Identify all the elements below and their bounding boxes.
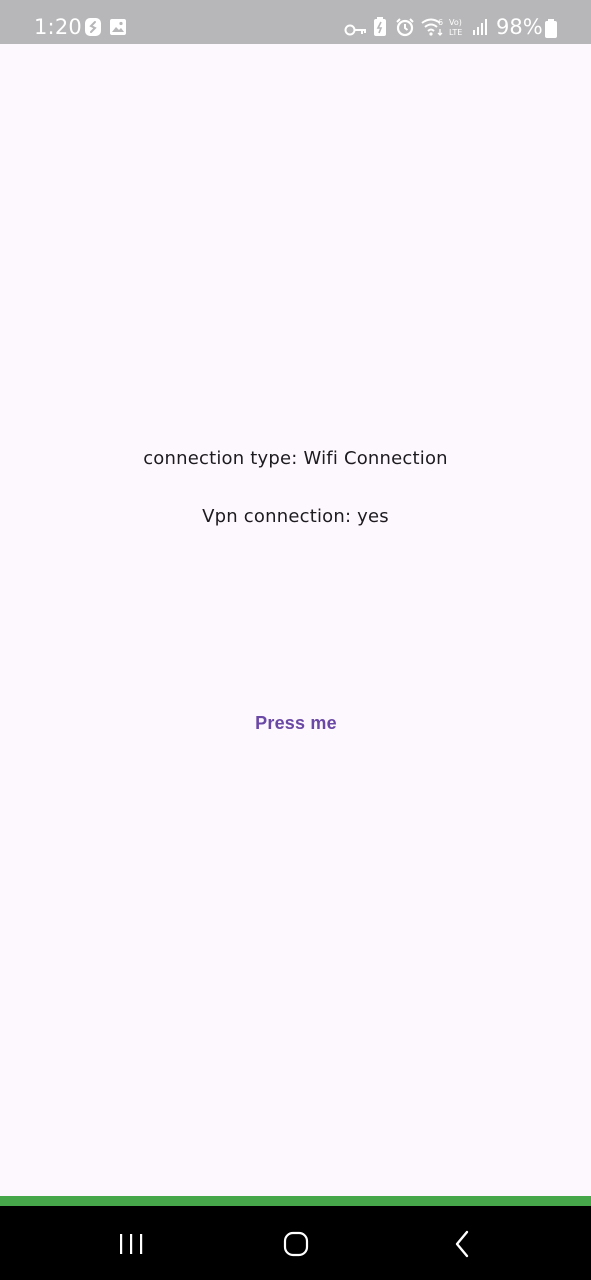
connection-type-text: connection type: Wifi Connection bbox=[143, 448, 448, 469]
recents-button[interactable] bbox=[106, 1226, 156, 1262]
app-screen: 1:20 6 Vo) LTE 98% connection type: Wifi… bbox=[0, 0, 591, 1280]
home-icon bbox=[283, 1231, 309, 1257]
press-me-button[interactable]: Press me bbox=[236, 704, 356, 742]
recents-icon bbox=[120, 1234, 143, 1254]
status-time: 1:20 bbox=[34, 15, 82, 39]
signal-icon bbox=[473, 19, 487, 35]
vpn-key-icon bbox=[344, 24, 366, 36]
svg-text:Vo): Vo) bbox=[449, 18, 462, 27]
battery-saver-icon bbox=[374, 17, 386, 36]
vpn-connection-text: Vpn connection: yes bbox=[202, 506, 389, 527]
home-button[interactable] bbox=[271, 1226, 321, 1262]
status-bar: 1:20 6 Vo) LTE 98% bbox=[0, 0, 591, 44]
alarm-icon bbox=[396, 18, 414, 37]
status-strip bbox=[0, 1196, 591, 1206]
navigation-bar bbox=[0, 1206, 591, 1280]
gallery-icon bbox=[110, 19, 126, 35]
wifi-6-icon: 6 bbox=[421, 18, 443, 36]
svg-text:LTE: LTE bbox=[449, 28, 462, 37]
svg-text:6: 6 bbox=[438, 18, 443, 27]
volte-icon: Vo) LTE bbox=[449, 18, 462, 37]
battery-icon bbox=[545, 19, 557, 38]
back-button[interactable] bbox=[437, 1226, 487, 1262]
battery-percent: 98% bbox=[496, 15, 543, 39]
shazam-icon bbox=[85, 18, 101, 36]
main-content: connection type: Wifi Connection Vpn con… bbox=[0, 44, 591, 1196]
back-icon bbox=[455, 1230, 469, 1258]
